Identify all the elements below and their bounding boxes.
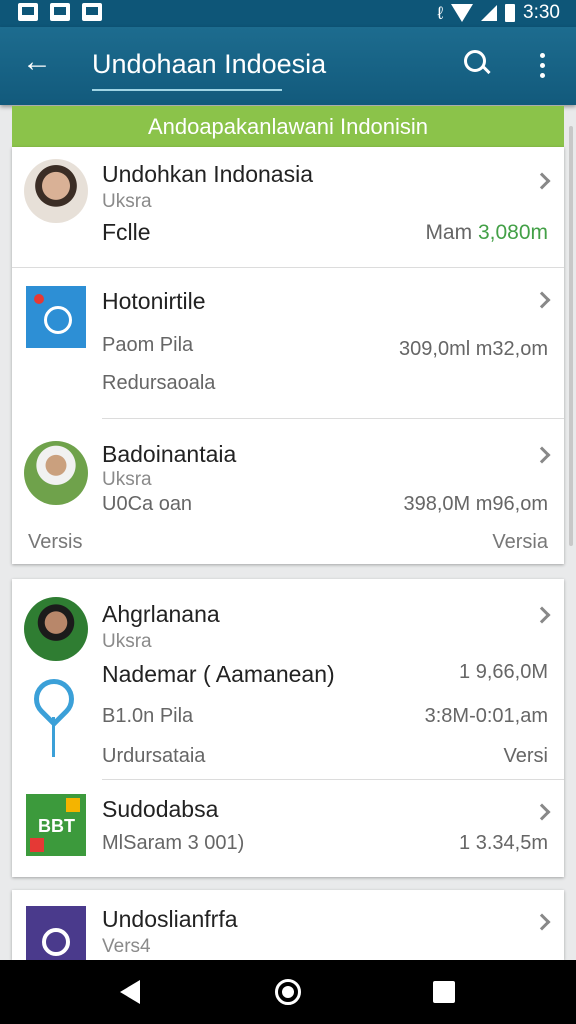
list-item-detail: Fclle bbox=[102, 219, 151, 245]
list-item-meta: B1.0n Pila bbox=[102, 705, 194, 727]
list-item-title: Undohkan Indonasia bbox=[102, 161, 313, 187]
more-options-icon[interactable] bbox=[540, 53, 545, 78]
list-item-meta: Redursaoala bbox=[102, 372, 216, 394]
list-item[interactable]: Badoinantaia Uksra U0Ca oan 398,0M m96,o… bbox=[12, 419, 564, 564]
status-bar: ℓ 3:30 bbox=[0, 0, 576, 27]
list-item-value-2: 3:8M-0:01,am bbox=[424, 705, 548, 727]
app-icon bbox=[26, 286, 86, 348]
page-title: Undohaan Indoesia bbox=[92, 49, 327, 79]
list-item-subtitle: Uksra bbox=[102, 469, 152, 490]
list-item-title: Hotonirtile bbox=[102, 288, 206, 314]
app-icon bbox=[26, 906, 86, 960]
list-item-subtitle: MlSaram 3 001) bbox=[102, 832, 245, 854]
chevron-right-icon bbox=[533, 606, 551, 624]
cell-signal-icon bbox=[481, 5, 498, 21]
chevron-right-icon bbox=[533, 172, 551, 190]
avatar bbox=[24, 441, 88, 505]
version-label: Versis bbox=[28, 531, 83, 553]
list-item-subtitle: Uksra bbox=[102, 631, 152, 652]
nav-back-icon[interactable] bbox=[120, 980, 140, 1004]
list-item[interactable]: Hotonirtile Paom Pila Redursaoala 309,0m… bbox=[12, 268, 564, 418]
list-item-subtitle: Uksra bbox=[102, 191, 152, 212]
list-item-subtitle: Vers4 bbox=[102, 936, 151, 957]
list-item-value: 398,0M m96,om bbox=[403, 493, 548, 515]
list-card: Undoslianfrfa Vers4 bbox=[12, 890, 564, 960]
version-label-right: Versia bbox=[492, 531, 548, 553]
chevron-right-icon bbox=[533, 913, 551, 931]
list-item-value: 1 3.34,5m bbox=[459, 832, 548, 854]
photo-notification-icon bbox=[50, 3, 70, 21]
list-item[interactable]: Ahgrlanana Uksra Nademar ( Aamanean) B1.… bbox=[12, 579, 564, 779]
scrollbar[interactable] bbox=[569, 126, 573, 546]
list-item-title: Undoslianfrfa bbox=[102, 906, 238, 932]
avatar bbox=[24, 159, 88, 223]
list-card: Undohkan Indonasia Uksra Fclle Mam 3,080… bbox=[12, 147, 564, 564]
list-item-detail: Nademar ( Aamanean) bbox=[102, 661, 335, 687]
list-card: Ahgrlanana Uksra Nademar ( Aamanean) B1.… bbox=[12, 579, 564, 877]
app-icon-label: BBT bbox=[38, 816, 75, 836]
list-item-value: 309,0ml m32,om bbox=[399, 338, 548, 360]
nav-recents-icon[interactable] bbox=[433, 981, 455, 1003]
gmail-notification-icon bbox=[18, 3, 38, 21]
list-item[interactable]: Undohkan Indonasia Uksra Fclle Mam 3,080… bbox=[12, 147, 564, 267]
wifi-icon bbox=[451, 4, 474, 22]
nav-home-icon[interactable] bbox=[275, 979, 301, 1005]
battery-icon bbox=[505, 4, 516, 22]
location-pin-icon bbox=[25, 670, 83, 765]
list-item-value-3: Versi bbox=[503, 745, 548, 767]
file-notification-icon bbox=[82, 3, 102, 21]
list-item-prefix: Mam bbox=[425, 221, 473, 244]
list-item-detail: Paom Pila bbox=[102, 334, 194, 356]
chevron-right-icon bbox=[533, 446, 551, 464]
app-icon: BBT bbox=[26, 794, 86, 856]
back-arrow-icon[interactable]: ← bbox=[22, 45, 52, 79]
chevron-right-icon bbox=[533, 291, 551, 309]
list-item-title: Badoinantaia bbox=[102, 441, 237, 467]
system-navigation-bar bbox=[0, 960, 576, 1024]
search-icon[interactable] bbox=[464, 50, 491, 75]
list-item-meta-2: Urdursataia bbox=[102, 745, 206, 767]
title-underline bbox=[92, 89, 282, 91]
avatar bbox=[24, 597, 88, 661]
list-item-title: Ahgrlanana bbox=[102, 601, 220, 627]
list-item-detail: U0Ca oan bbox=[102, 493, 193, 515]
app-bar: ← Undohaan Indoesia bbox=[0, 27, 576, 105]
vibrate-icon: ℓ bbox=[437, 2, 444, 23]
list-item[interactable]: Undoslianfrfa Vers4 bbox=[12, 890, 564, 960]
list-item[interactable]: BBT Sudodabsa MlSaram 3 001) 1 3.34,5m bbox=[12, 780, 564, 877]
chevron-right-icon bbox=[533, 803, 551, 821]
list-item-title: Sudodabsa bbox=[102, 796, 219, 822]
status-time: 3:30 bbox=[523, 2, 560, 23]
list-item-value: 3,080m bbox=[477, 221, 548, 244]
header-banner: Andoapakanlawani Indonisin bbox=[12, 106, 564, 147]
list-item-value: 1 9,66,0M bbox=[459, 661, 548, 683]
